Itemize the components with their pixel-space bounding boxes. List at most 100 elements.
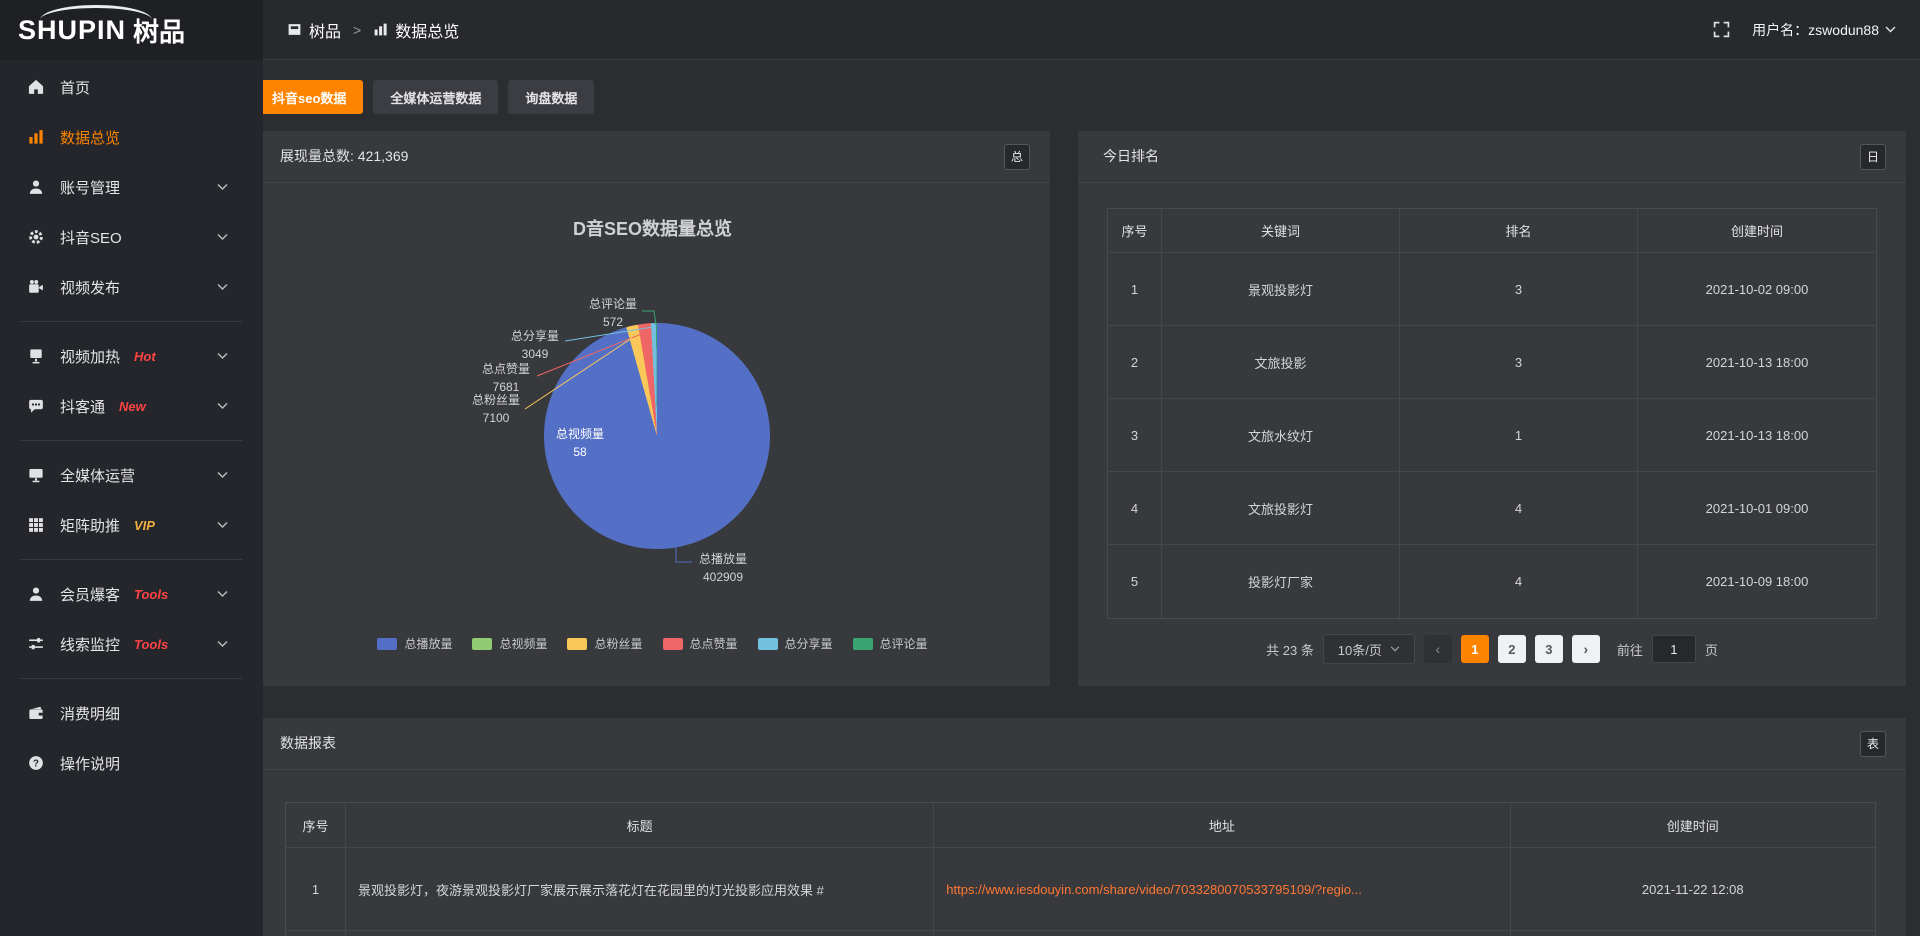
- bar-chart-icon: [27, 129, 45, 145]
- breadcrumb-item-current[interactable]: 数据总览: [395, 18, 459, 42]
- rank-table-row: 3 文旅水纹灯 1 2021-10-13 18:00: [1108, 399, 1876, 472]
- sidebar-item-home[interactable]: 首页: [0, 62, 263, 112]
- pie-label-videos: 总视频量58: [552, 425, 608, 461]
- col-header-url: 地址: [934, 803, 1510, 847]
- sidebar-item-lead-monitor[interactable]: 线索监控 Tools: [0, 619, 263, 669]
- rank-table-header: 序号 关键词 排名 创建时间: [1108, 209, 1876, 253]
- sidebar-item-account[interactable]: 账号管理: [0, 162, 263, 212]
- legend-item[interactable]: 总播放量: [377, 635, 452, 652]
- vip-tag: VIP: [134, 518, 155, 533]
- legend-item[interactable]: 总视频量: [472, 635, 547, 652]
- pagination-total: 共 23 条: [1266, 640, 1314, 659]
- sidebar-item-matrix-boost[interactable]: 矩阵助推 VIP: [0, 500, 263, 550]
- overview-panel-header: 展现量总数: 421,369 总: [255, 131, 1050, 183]
- video-url-link[interactable]: https://www.iesdouyin.com/share/video/70…: [934, 848, 1510, 930]
- sidebar-item-douyin-seo[interactable]: 抖音SEO: [0, 212, 263, 262]
- sidebar-item-label: 全媒体运营: [60, 465, 135, 486]
- page-button-1[interactable]: 1: [1461, 635, 1489, 663]
- report-table-row-partial: [286, 931, 1875, 936]
- sidebar-item-expense-detail[interactable]: 消费明细: [0, 688, 263, 738]
- page-button-2[interactable]: 2: [1498, 635, 1526, 663]
- pie-chart: D音SEO数据量总览 总评论量572 总分享量3049 总点赞量7681 总粉丝…: [255, 183, 1050, 686]
- home-icon: [27, 79, 45, 95]
- col-header-no: 序号: [1108, 209, 1162, 252]
- legend-item[interactable]: 总点赞量: [663, 635, 738, 652]
- next-page-button[interactable]: ›: [1572, 635, 1600, 663]
- report-table-row: 1 景观投影灯，夜游景观投影灯厂家展示展示落花灯在花园里的灯光投影应用效果 # …: [286, 848, 1875, 931]
- report-table: 序号 标题 地址 创建时间 1 景观投影灯，夜游景观投影灯厂家展示展示落花灯在花…: [285, 802, 1876, 936]
- user-menu[interactable]: 用户名：zswodun88: [1752, 20, 1896, 40]
- legend-item[interactable]: 总分享量: [758, 635, 833, 652]
- col-header-time: 创建时间: [1638, 209, 1876, 252]
- gear-icon: [27, 229, 45, 245]
- breadcrumb-separator: >: [353, 22, 361, 38]
- sidebar-item-label: 抖音SEO: [60, 227, 122, 248]
- chevron-down-icon: [217, 184, 228, 191]
- legend-item[interactable]: 总粉丝量: [567, 635, 642, 652]
- pie-label-comments: 总评论量572: [585, 295, 641, 331]
- sidebar-item-label: 数据总览: [60, 127, 120, 148]
- sidebar-item-label: 视频加热: [60, 346, 120, 367]
- report-table-header: 序号 标题 地址 创建时间: [286, 803, 1875, 848]
- question-icon: ?: [27, 755, 45, 771]
- tab-douyin-seo[interactable]: 抖音seo数据: [255, 80, 363, 114]
- goto-label: 前往: [1617, 640, 1643, 659]
- report-panel-header: 数据报表 表: [255, 718, 1906, 770]
- chevron-down-icon: [1390, 646, 1400, 652]
- chevron-down-icon: [1885, 26, 1896, 33]
- sidebar-item-video-heat[interactable]: 视频加热 Hot: [0, 331, 263, 381]
- sidebar: SHUPIN 树品 首页 数据总览 账号管理 抖音SEO: [0, 0, 263, 936]
- rank-table-row: 4 文旅投影灯 4 2021-10-01 09:00: [1108, 472, 1876, 545]
- sidebar-menu: 首页 数据总览 账号管理 抖音SEO 视频发布: [0, 60, 263, 788]
- chevron-down-icon: [217, 403, 228, 410]
- grid-icon: [27, 517, 45, 533]
- prev-page-button[interactable]: ‹: [1424, 635, 1452, 663]
- bar-chart-icon: [373, 22, 388, 37]
- legend-item[interactable]: 总评论量: [853, 635, 928, 652]
- pagination: 共 23 条 10条/页 ‹ 1 2 3 › 前往 页: [1078, 634, 1906, 664]
- pie-leader-lines: [255, 183, 1050, 686]
- page-size-select[interactable]: 10条/页: [1323, 634, 1415, 664]
- table-badge-button[interactable]: 表: [1860, 731, 1886, 757]
- sidebar-item-label: 账号管理: [60, 177, 120, 198]
- sidebar-item-label: 会员爆客: [60, 584, 120, 605]
- menu-divider: [21, 559, 242, 560]
- chevron-down-icon: [217, 353, 228, 360]
- day-badge-button[interactable]: 日: [1860, 144, 1886, 170]
- logo-arc: [40, 5, 152, 20]
- sidebar-item-label: 操作说明: [60, 753, 120, 774]
- chevron-down-icon: [217, 641, 228, 648]
- col-header-time: 创建时间: [1511, 803, 1875, 847]
- menu-divider: [21, 321, 242, 322]
- breadcrumb-item[interactable]: 树品: [309, 18, 341, 42]
- sidebar-item-member-burst[interactable]: 会员爆客 Tools: [0, 569, 263, 619]
- sidebar-item-label: 线索监控: [60, 634, 120, 655]
- tab-all-media[interactable]: 全媒体运营数据: [373, 80, 498, 114]
- username-label: 用户名：zswodun88: [1752, 20, 1879, 40]
- window-icon: [287, 22, 302, 37]
- sidebar-item-data-overview[interactable]: 数据总览: [0, 112, 263, 162]
- total-badge-button[interactable]: 总: [1004, 144, 1030, 170]
- topbar: 树品 > 数据总览 用户名：zswodun88: [263, 0, 1920, 60]
- sidebar-item-help[interactable]: ? 操作说明: [0, 738, 263, 788]
- sliders-icon: [27, 636, 45, 652]
- chart-legend: 总播放量 总视频量 总粉丝量 总点赞量 总分享量 总评论量: [255, 635, 1050, 652]
- rank-table-row: 2 文旅投影 3 2021-10-13 18:00: [1108, 326, 1876, 399]
- app-logo: SHUPIN 树品: [0, 0, 263, 60]
- fullscreen-icon[interactable]: [1713, 21, 1730, 38]
- sidebar-item-all-media[interactable]: 全媒体运营: [0, 450, 263, 500]
- data-report-panel: 数据报表 表 序号 标题 地址 创建时间 1 景观投影灯，夜游景观投影灯厂家展示…: [255, 718, 1906, 936]
- chevron-down-icon: [217, 522, 228, 529]
- wallet-icon: [27, 705, 45, 721]
- sidebar-item-video-publish[interactable]: 视频发布: [0, 262, 263, 312]
- legend-swatch: [377, 638, 397, 650]
- member-icon: [27, 586, 45, 602]
- svg-text:?: ?: [33, 758, 39, 769]
- goto-page-input[interactable]: [1652, 635, 1696, 663]
- tab-inquiry[interactable]: 询盘数据: [508, 80, 594, 114]
- page-button-3[interactable]: 3: [1535, 635, 1563, 663]
- sidebar-item-doukt[interactable]: 抖客通 New: [0, 381, 263, 431]
- video-camera-icon: [27, 279, 45, 295]
- menu-divider: [21, 678, 242, 679]
- overview-panel: 展现量总数: 421,369 总 D音SEO数据量总览 总评论量572 总分享量…: [255, 131, 1050, 686]
